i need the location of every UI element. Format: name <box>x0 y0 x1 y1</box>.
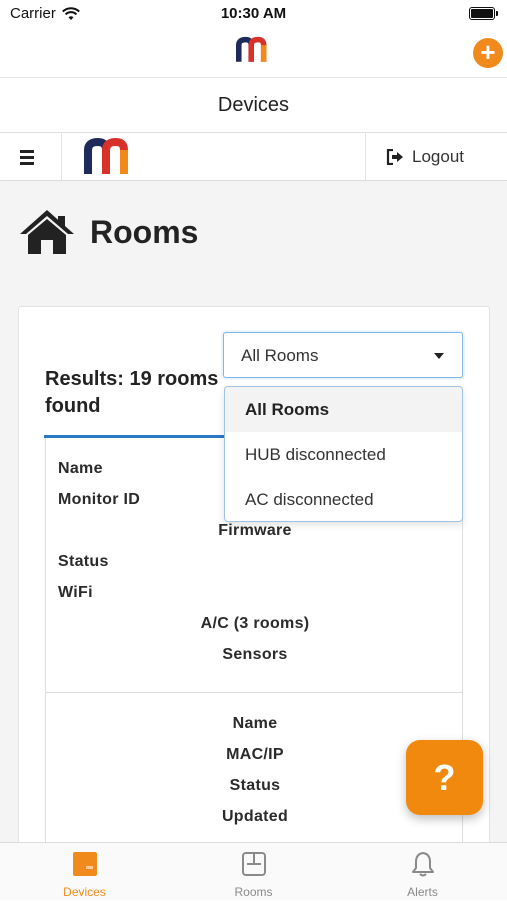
page-title: Devices <box>217 94 290 116</box>
tab-devices-label: Devices <box>63 885 106 899</box>
bell-icon <box>412 852 434 877</box>
room-layout-icon <box>242 852 266 876</box>
logout-label: Logout <box>412 146 464 166</box>
column-sensor-status: Status <box>229 777 281 794</box>
column-mac-ip: MAC/IP <box>226 746 284 763</box>
hamburger-line <box>20 162 34 165</box>
tab-alerts-label: Alerts <box>407 885 438 899</box>
rooms-heading: Rooms <box>90 213 199 250</box>
tab-bar: Devices Rooms Alerts <box>0 842 507 900</box>
room-filter-select[interactable]: All Rooms <box>223 332 463 378</box>
clock: 10:30 AM <box>220 5 287 22</box>
hamburger-menu-button[interactable] <box>0 133 62 180</box>
room-filter-value: All Rooms <box>241 346 319 365</box>
logout-icon <box>386 148 403 165</box>
column-ac: A/C (3 rooms) <box>200 615 310 632</box>
tab-rooms-label: Rooms <box>234 885 273 899</box>
dropdown-option-hub-disconnected[interactable]: HUB disconnected <box>225 432 462 477</box>
column-updated: Updated <box>221 808 289 825</box>
dropdown-option-ac-disconnected[interactable]: AC disconnected <box>225 477 462 521</box>
tab-rooms[interactable]: Rooms <box>169 843 338 901</box>
hamburger-line <box>20 156 34 159</box>
tab-alerts[interactable]: Alerts <box>338 843 507 901</box>
help-button[interactable]: ? <box>406 740 483 815</box>
navigation-bar: Devices <box>0 79 507 133</box>
column-firmware: Firmware <box>218 522 292 539</box>
hamburger-icon <box>20 150 34 153</box>
add-button[interactable]: + <box>473 38 503 68</box>
column-sensor-name: Name <box>232 715 278 732</box>
web-navbar: Logout <box>0 133 507 181</box>
results-count: Results: 19 rooms found <box>45 368 219 417</box>
column-status: Status <box>58 553 109 570</box>
device-square-icon <box>73 852 97 876</box>
brand-logo[interactable] <box>84 138 136 176</box>
brand-logo <box>236 36 267 62</box>
battery-icon <box>469 7 498 20</box>
column-name: Name <box>58 460 103 477</box>
chevron-down-icon <box>434 353 444 359</box>
room-filter-dropdown: All Rooms HUB disconnected AC disconnect… <box>224 386 463 522</box>
logout-button[interactable]: Logout <box>365 133 507 180</box>
dropdown-option-all-rooms[interactable]: All Rooms <box>225 387 462 432</box>
app-header: + <box>0 28 507 78</box>
table-divider <box>46 692 462 693</box>
column-wifi: WiFi <box>58 584 93 601</box>
status-bar: Carrier 10:30 AM <box>0 0 507 28</box>
home-icon <box>20 210 74 254</box>
column-sensors: Sensors <box>222 646 288 663</box>
tab-devices[interactable]: Devices <box>0 843 169 901</box>
column-monitor-id: Monitor ID <box>58 491 141 508</box>
page-heading: Rooms <box>18 208 198 256</box>
